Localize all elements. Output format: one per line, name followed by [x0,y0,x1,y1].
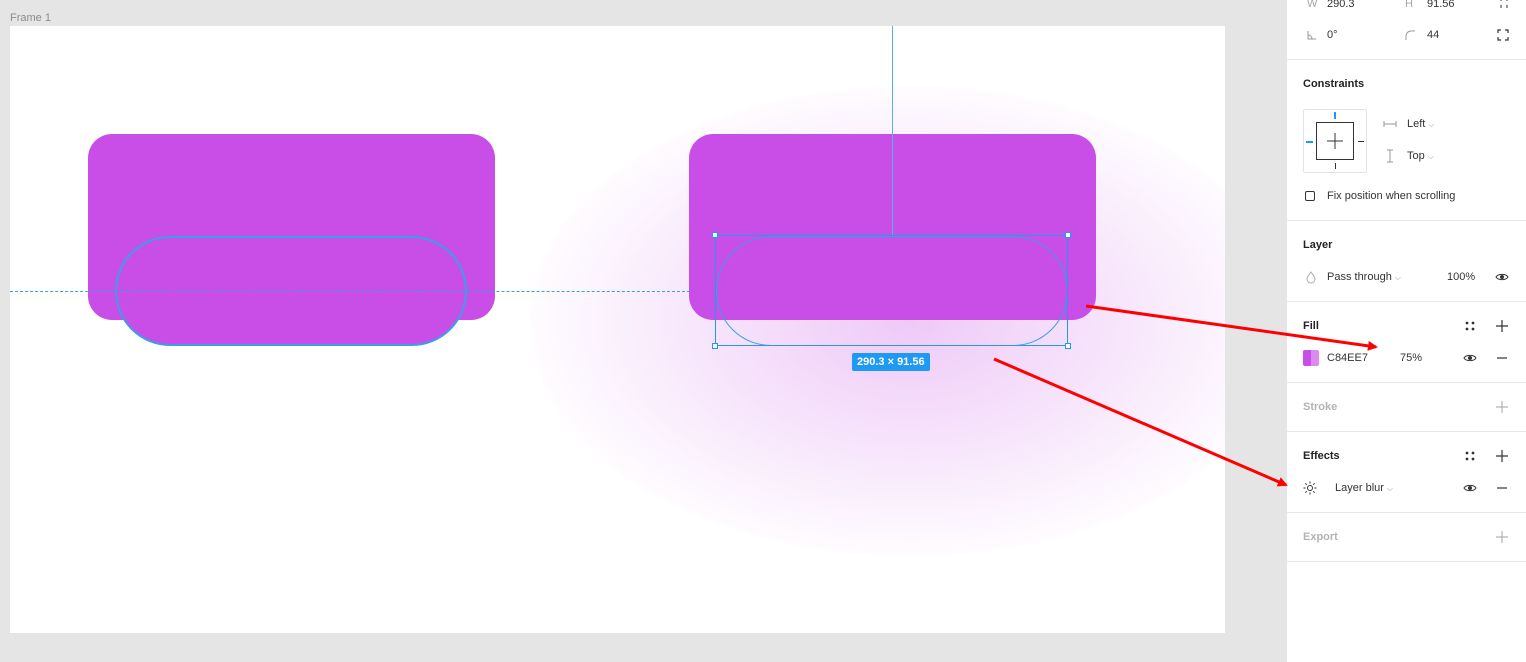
horizontal-constraint-dropdown[interactable]: Left ⌵ [1407,118,1434,130]
effect-type-dropdown[interactable]: Layer blur ⌵ [1335,482,1393,494]
rotation-value[interactable]: 0° [1327,29,1338,41]
selection-bounding-box[interactable] [715,235,1068,346]
sun-blur-icon[interactable] [1303,481,1317,495]
fill-title: Fill [1303,320,1319,332]
rotation-icon [1307,31,1316,40]
effects-title: Effects [1303,450,1340,462]
height-value[interactable]: 91.56 [1427,0,1455,10]
fix-position-label[interactable]: Fix position when scrolling [1327,190,1455,202]
blend-mode-dropdown[interactable]: Pass through ⌵ [1327,271,1401,283]
chevron-down-icon: ⌵ [1427,152,1434,161]
blend-mode-icon [1306,271,1316,284]
fix-position-checkbox[interactable] [1305,191,1315,201]
lock-icon[interactable] [1497,0,1511,10]
chevron-down-icon: ⌵ [1386,484,1393,493]
vertical-guide [892,26,893,236]
export-title: Export [1303,531,1338,543]
height-label: H [1405,0,1413,10]
fill-section: Fill C84EE7 75% [1287,302,1526,383]
constraint-inner-box [1316,122,1354,160]
effect-type-value: Layer blur [1335,482,1384,494]
horizontal-constraint-icon [1383,121,1397,127]
properties-panel: W 290.3 H 91.56 0° 44 Constraints Left ⌵… [1286,0,1526,662]
export-section: Export [1287,513,1526,562]
constraint-right-indicator[interactable] [1358,141,1364,142]
chevron-down-icon: ⌵ [1428,120,1435,129]
eye-icon[interactable] [1463,481,1477,495]
add-stroke-plus-icon[interactable] [1495,400,1509,414]
independent-corners-icon[interactable] [1496,28,1510,42]
vertical-constraint-icon [1387,149,1393,163]
constraint-top-indicator[interactable] [1334,112,1336,119]
resize-handle-top-right[interactable] [1065,232,1071,238]
constraint-left-indicator[interactable] [1306,141,1313,143]
add-effect-plus-icon[interactable] [1495,449,1509,463]
vertical-constraint-dropdown[interactable]: Top ⌵ [1407,150,1434,162]
add-export-plus-icon[interactable] [1495,530,1509,544]
vertical-constraint-value: Top [1407,150,1425,162]
remove-effect-minus-icon[interactable] [1495,481,1509,495]
constraint-widget[interactable] [1303,109,1367,173]
style-grid-icon[interactable] [1463,449,1477,463]
effects-section: Effects Layer blur ⌵ [1287,432,1526,513]
width-label: W [1307,0,1318,10]
corner-radius-icon [1405,30,1415,40]
horizontal-constraint-value: Left [1407,118,1426,130]
eye-icon[interactable] [1463,351,1477,365]
horizontal-guide [10,291,690,292]
resize-handle-bottom-left[interactable] [712,343,718,349]
constraint-bottom-indicator[interactable] [1335,163,1336,169]
frame-label[interactable]: Frame 1 [10,12,51,24]
eye-icon[interactable] [1495,270,1509,284]
width-value[interactable]: 290.3 [1327,0,1355,10]
remove-fill-minus-icon[interactable] [1495,351,1509,365]
resize-handle-top-left[interactable] [712,232,718,238]
blend-mode-value: Pass through [1327,271,1392,283]
stroke-section: Stroke [1287,383,1526,432]
fill-color-swatch[interactable] [1303,350,1319,366]
stroke-title: Stroke [1303,401,1338,413]
design-canvas[interactable]: 290.3 × 91.56 [10,26,1225,633]
fill-opacity-value[interactable]: 75% [1400,352,1422,364]
chevron-down-icon: ⌵ [1394,273,1401,282]
add-fill-plus-icon[interactable] [1495,319,1509,333]
constraint-center-cross-icon [1327,133,1343,149]
corner-radius-value[interactable]: 44 [1427,29,1439,41]
transform-section: W 290.3 H 91.56 0° 44 [1287,0,1526,60]
constraints-title: Constraints [1303,78,1365,90]
layer-section: Layer Pass through ⌵ 100% [1287,221,1526,302]
resize-handle-bottom-right[interactable] [1065,343,1071,349]
selection-size-badge: 290.3 × 91.56 [852,353,930,371]
style-grid-icon[interactable] [1463,319,1477,333]
fill-hex-value[interactable]: C84EE7 [1327,352,1368,364]
layer-title: Layer [1303,239,1333,251]
layer-opacity-value[interactable]: 100% [1447,271,1475,283]
